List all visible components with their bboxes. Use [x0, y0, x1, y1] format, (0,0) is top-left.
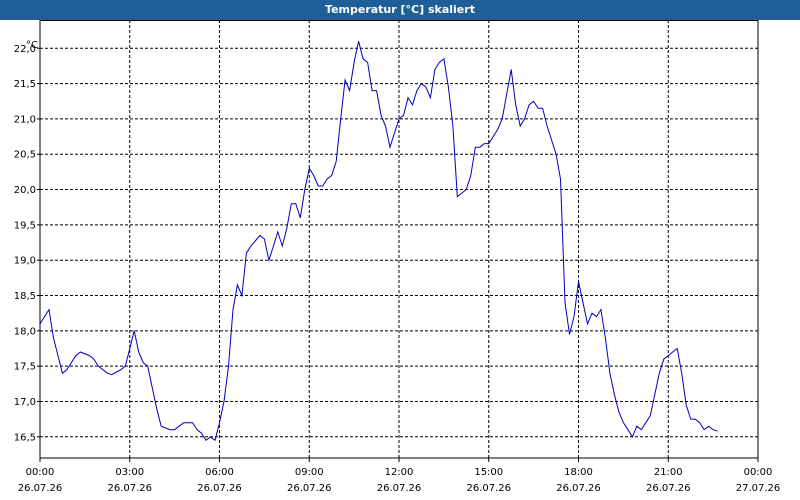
y-tick-label: 18,0	[14, 326, 36, 337]
x-tick-date-label: 26.07.26	[377, 483, 422, 494]
x-tick-date-label: 26.07.26	[18, 483, 63, 494]
x-tick-time-label: 09:00	[295, 467, 324, 478]
x-tick-date-label: 26.07.26	[646, 483, 691, 494]
x-tick-time-label: 12:00	[385, 467, 414, 478]
y-tick-label: 16,5	[14, 432, 36, 443]
x-tick-date-label: 26.07.26	[556, 483, 601, 494]
y-tick-label: 18,5	[14, 291, 36, 302]
y-tick-label: 21,0	[14, 114, 36, 125]
x-tick-date-label: 26.07.26	[197, 483, 242, 494]
x-tick-time-label: 21:00	[654, 467, 683, 478]
y-tick-label: 19,5	[14, 220, 36, 231]
x-tick-time-label: 00:00	[26, 467, 55, 478]
y-axis-unit-label: °C	[26, 40, 38, 51]
x-tick-date-label: 26.07.26	[107, 483, 152, 494]
y-tick-label: 21,5	[14, 79, 36, 90]
x-tick-time-label: 18:00	[564, 467, 593, 478]
x-tick-time-label: 00:00	[744, 467, 773, 478]
x-tick-date-label: 26.07.26	[466, 483, 511, 494]
temperature-chart: 16,5 17,0 17,5 18,0 18,5 19,0 19,5 20,0 20,5 21,0…	[14, 20, 781, 494]
temperature-series-line	[39, 41, 718, 442]
chart-title: Temperatur [°C] skaliert	[0, 0, 800, 20]
x-tick-date-label: 27.07.26	[736, 483, 781, 494]
x-tick-time-label: 06:00	[205, 467, 234, 478]
series-layer	[39, 41, 718, 442]
grid	[40, 20, 758, 458]
y-tick-label: 17,5	[14, 362, 36, 373]
y-tick-label: 20,0	[14, 185, 36, 196]
x-tick-time-label: 03:00	[115, 467, 144, 478]
y-tick-label: 19,0	[14, 256, 36, 267]
y-tick-label: 17,0	[14, 397, 36, 408]
y-tick-label: 20,5	[14, 150, 36, 161]
x-tick-time-label: 15:00	[474, 467, 503, 478]
x-tick-date-label: 26.07.26	[287, 483, 332, 494]
axes	[37, 20, 759, 462]
tick-labels: 16,5 17,0 17,5 18,0 18,5 19,0 19,5 20,0 20,5 21,0…	[14, 40, 781, 494]
